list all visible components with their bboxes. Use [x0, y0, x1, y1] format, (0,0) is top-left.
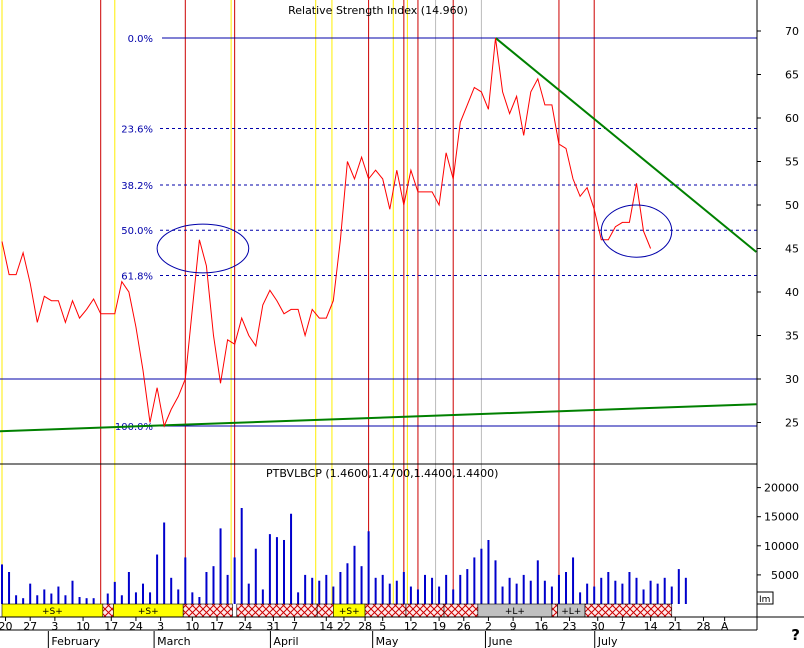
fib-level-label: 61.8%: [121, 271, 153, 282]
signal-bar: +S+ +S+ +S+ +L+ +L+: [1, 603, 673, 618]
vol-ytick-label: 10000: [764, 540, 799, 553]
xtick-month-label: April: [273, 635, 298, 648]
xtick-day-label: 28: [696, 620, 710, 633]
vol-ytick-label: 20000: [764, 482, 799, 495]
xtick-month-label: March: [157, 635, 191, 648]
help-icon[interactable]: ?: [791, 626, 800, 644]
xtick-day-label: 9: [510, 620, 517, 633]
scale-toggle-label: Im: [759, 595, 770, 605]
xtick-day-label: 10: [76, 620, 90, 633]
xtick-day-label: 14: [319, 620, 333, 633]
xtick-day-label: 28: [358, 620, 372, 633]
xtick-day-label: 22: [337, 620, 351, 633]
fib-level-label: 0.0%: [128, 34, 153, 45]
xtick-day-label: 30: [591, 620, 605, 633]
price-panel-title: Relative Strength Index (14.960): [288, 4, 468, 17]
xtick-month-label: July: [597, 635, 618, 648]
xtick-day-label: 17: [104, 620, 118, 633]
xtick-day-label: 16: [534, 620, 548, 633]
xtick-day-label: 24: [129, 620, 143, 633]
signal-label: +L+: [561, 607, 581, 617]
xtick-day-label: 3: [51, 620, 58, 633]
xtick-day-label: 7: [291, 620, 298, 633]
xtick-day-label: 7: [619, 620, 626, 633]
xtick-month-label: February: [51, 635, 100, 648]
signal-segment-hatch: [443, 603, 479, 618]
signal-label: +S+: [138, 607, 159, 617]
chart-background: [0, 0, 804, 648]
xtick-day-label: 17: [210, 620, 224, 633]
ytick-label: 25: [785, 417, 799, 430]
ytick-label: 30: [785, 373, 799, 386]
xtick-day-label: 10: [185, 620, 199, 633]
ytick-label: 70: [785, 25, 799, 38]
xtick-day-label: 31: [266, 620, 280, 633]
ytick-label: 40: [785, 286, 799, 299]
xtick-day-label: 12: [404, 620, 418, 633]
signal-label: +S+: [42, 607, 63, 617]
signal-segment-hatch: [182, 603, 233, 618]
fib-level-label: 50.0%: [121, 226, 153, 237]
fib-level-label: 38.2%: [121, 181, 153, 192]
ytick-label: 55: [785, 156, 799, 169]
vol-ytick-label: 15000: [764, 511, 799, 524]
xtick-day-label: 26: [457, 620, 471, 633]
signal-label: +L+: [505, 607, 525, 617]
signal-segment-hatch: [405, 603, 445, 618]
xtick-month-label: June: [487, 635, 512, 648]
signal-label: +S+: [339, 607, 360, 617]
xtick-day-label: 23: [563, 620, 577, 633]
xtick-month-label: May: [376, 635, 399, 648]
ytick-label: 65: [785, 69, 799, 82]
xtick-day-label: 5: [379, 620, 386, 633]
xtick-day-label: 19: [432, 620, 446, 633]
stock-chart: 0.0%23.6%38.2%50.0%61.8%100.0% +S+ +S+ +S+…: [0, 0, 804, 648]
ytick-label: 50: [785, 199, 799, 212]
xtick-day-label: 21: [668, 620, 682, 633]
ytick-label: 35: [785, 330, 799, 343]
signal-segment-hatch: [102, 603, 114, 618]
signal-segment-hatch: [584, 603, 673, 618]
xtick-day-label: 27: [23, 620, 37, 633]
xtick-day-label: 3: [157, 620, 164, 633]
ytick-label: 60: [785, 112, 799, 125]
signal-segment-hatch: [364, 603, 407, 618]
xtick-day-label: 2: [485, 620, 492, 633]
ytick-label: 45: [785, 243, 799, 256]
xtick-day-label: 24: [238, 620, 252, 633]
signal-segment-hatch: [236, 603, 318, 618]
signal-segment-hatch: [316, 603, 334, 618]
signal-segment-hatch: [551, 603, 558, 618]
xtick-day-label: 20: [0, 620, 13, 633]
fib-level-label: 23.6%: [121, 124, 153, 135]
xtick-day-label: 14: [644, 620, 658, 633]
xtick-day-label: A: [721, 620, 729, 633]
volume-panel-title: PTBVLBCP (1.4600,1.4700,1.4400,1.4400): [266, 467, 498, 480]
vol-ytick-label: 5000: [771, 569, 799, 582]
